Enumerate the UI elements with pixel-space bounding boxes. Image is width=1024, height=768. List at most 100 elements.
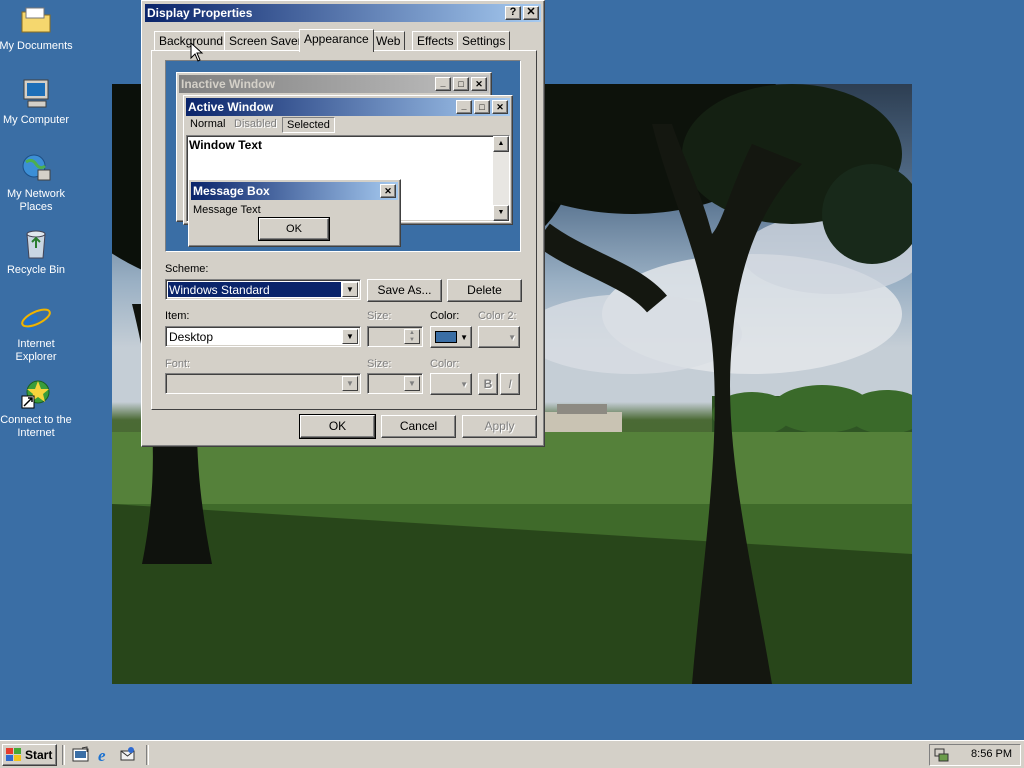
internet-explorer-label: Internet Explorer: [15, 338, 57, 363]
preview-menu-selected[interactable]: Selected: [282, 117, 335, 133]
scheme-select[interactable]: Windows Standard ▼: [165, 279, 361, 300]
clock[interactable]: 8:56 PM: [971, 748, 1012, 760]
color-picker-button[interactable]: ▼: [430, 326, 472, 348]
my-network-places-label: My Network Places: [6, 188, 66, 213]
font-size-label: Size:: [367, 358, 392, 370]
close-button[interactable]: ✕: [523, 6, 539, 20]
mouse-cursor-icon: [190, 42, 204, 62]
preview-scrollbar[interactable]: ▲ ▼: [493, 136, 509, 221]
connect-wizard-icon: [20, 378, 52, 410]
bold-button[interactable]: B: [478, 373, 498, 395]
maximize-icon: □: [474, 100, 490, 114]
network-connection-icon[interactable]: [934, 747, 950, 763]
delete-button[interactable]: Delete: [447, 279, 522, 302]
my-computer-icon[interactable]: My Computer: [0, 78, 74, 127]
chevron-down-icon[interactable]: ▼: [404, 376, 420, 391]
preview-menu-disabled[interactable]: Disabled: [234, 118, 277, 130]
close-icon: ✕: [492, 100, 508, 114]
system-tray: 8:56 PM: [929, 744, 1021, 766]
windows-logo-icon: [6, 748, 21, 761]
close-icon: ✕: [380, 184, 396, 198]
ie-logo-icon: e: [20, 301, 52, 337]
my-computer-label: My Computer: [2, 114, 70, 126]
quicklaunch-outlook-express-icon[interactable]: [119, 746, 137, 764]
trash-icon: [20, 228, 52, 260]
save-as-button[interactable]: Save As...: [367, 279, 442, 302]
tab-appearance[interactable]: Appearance: [299, 29, 374, 52]
quick-launch-separator: [62, 745, 65, 765]
preview-menu-normal[interactable]: Normal: [190, 118, 225, 130]
color-swatch: [435, 331, 457, 343]
font-label: Font:: [165, 358, 191, 370]
scheme-label: Scheme:: [165, 263, 209, 275]
appearance-preview[interactable]: Inactive Window _ □ ✕ Active Window _ □ …: [165, 60, 521, 252]
preview-active-titlebar: Active Window _ □ ✕: [186, 98, 510, 116]
size-stepper[interactable]: ▲ ▼: [367, 326, 423, 347]
show-desktop-icon[interactable]: [72, 746, 90, 764]
scroll-up-arrow-icon[interactable]: ▲: [493, 136, 509, 152]
minimize-icon: _: [456, 100, 472, 114]
connect-to-internet-label: Connect to the Internet: [0, 414, 72, 439]
my-documents-label: My Documents: [0, 40, 73, 52]
maximize-icon: □: [453, 77, 469, 91]
ok-button[interactable]: OK: [299, 414, 376, 439]
my-documents-icon[interactable]: My Documents: [0, 4, 74, 53]
preview-msgbox-titlebar: Message Box ✕: [191, 182, 398, 200]
close-icon: ✕: [471, 77, 487, 91]
help-button[interactable]: ?: [505, 6, 521, 20]
italic-button[interactable]: I: [500, 373, 520, 395]
dialog-titlebar[interactable]: Display Properties ? ✕: [145, 4, 541, 22]
network-icon: [20, 152, 52, 184]
recycle-bin-icon[interactable]: Recycle Bin: [0, 228, 74, 277]
preview-menu-bar: Normal Disabled Selected: [186, 117, 510, 134]
preview-message-box[interactable]: Message Box ✕ Message Text OK: [188, 179, 401, 247]
scheme-value: Windows Standard: [169, 283, 270, 297]
color2-label: Color 2:: [478, 310, 517, 322]
tab-effects[interactable]: Effects: [412, 31, 459, 51]
item-select[interactable]: Desktop ▼: [165, 326, 361, 347]
preview-msgbox-ok-button[interactable]: OK: [258, 217, 330, 241]
chevron-down-icon: ▼: [460, 333, 468, 342]
preview-msgbox-text: Message Text: [193, 204, 261, 216]
spin-arrows-icon[interactable]: ▲ ▼: [404, 329, 420, 344]
apply-button[interactable]: Apply: [462, 415, 537, 438]
font-color-picker-button[interactable]: ▼: [430, 373, 472, 395]
item-label: Item:: [165, 310, 190, 322]
item-value: Desktop: [169, 330, 214, 344]
preview-window-text: Window Text: [189, 138, 262, 152]
taskbar: Start e 8:56 PM: [0, 740, 1024, 768]
folder-icon: [20, 4, 52, 36]
taskbar-separator: [146, 745, 149, 765]
computer-icon: [20, 78, 52, 110]
quicklaunch-internet-explorer-icon[interactable]: e: [96, 746, 114, 765]
chevron-down-icon[interactable]: ▼: [342, 282, 358, 297]
font-size-select[interactable]: ▼: [367, 373, 423, 394]
tab-screen-saver[interactable]: Screen Saver: [224, 31, 307, 51]
size-label: Size:: [367, 310, 392, 322]
my-network-places-icon[interactable]: My Network Places: [0, 152, 74, 214]
color-label: Color:: [430, 310, 460, 322]
start-button[interactable]: Start: [2, 744, 57, 766]
tab-web[interactable]: Web: [371, 31, 406, 51]
connect-to-internet-icon[interactable]: Connect to the Internet: [0, 378, 74, 440]
preview-active-title: Active Window: [188, 100, 274, 114]
preview-inactive-titlebar: Inactive Window _ □ ✕: [179, 75, 489, 93]
start-label: Start: [25, 748, 53, 762]
dialog-title: Display Properties: [147, 6, 253, 20]
minimize-icon: _: [435, 77, 451, 91]
tab-settings[interactable]: Settings: [457, 31, 511, 51]
font-select[interactable]: ▼: [165, 373, 361, 394]
font-color-label: Color:: [430, 358, 460, 370]
scroll-down-arrow-icon[interactable]: ▼: [493, 205, 509, 221]
chevron-down-icon[interactable]: ▼: [342, 376, 358, 391]
cancel-button[interactable]: Cancel: [381, 415, 456, 438]
svg-text:e: e: [98, 746, 106, 764]
preview-inactive-title: Inactive Window: [181, 77, 275, 91]
chevron-down-icon[interactable]: ▼: [342, 329, 358, 344]
internet-explorer-icon[interactable]: e Internet Explorer: [0, 301, 74, 364]
chevron-down-icon: ▼: [460, 380, 468, 389]
color2-picker-button[interactable]: ▼: [478, 326, 520, 348]
chevron-down-icon: ▼: [508, 333, 516, 342]
recycle-bin-label: Recycle Bin: [6, 264, 66, 276]
preview-msgbox-title: Message Box: [193, 184, 270, 198]
